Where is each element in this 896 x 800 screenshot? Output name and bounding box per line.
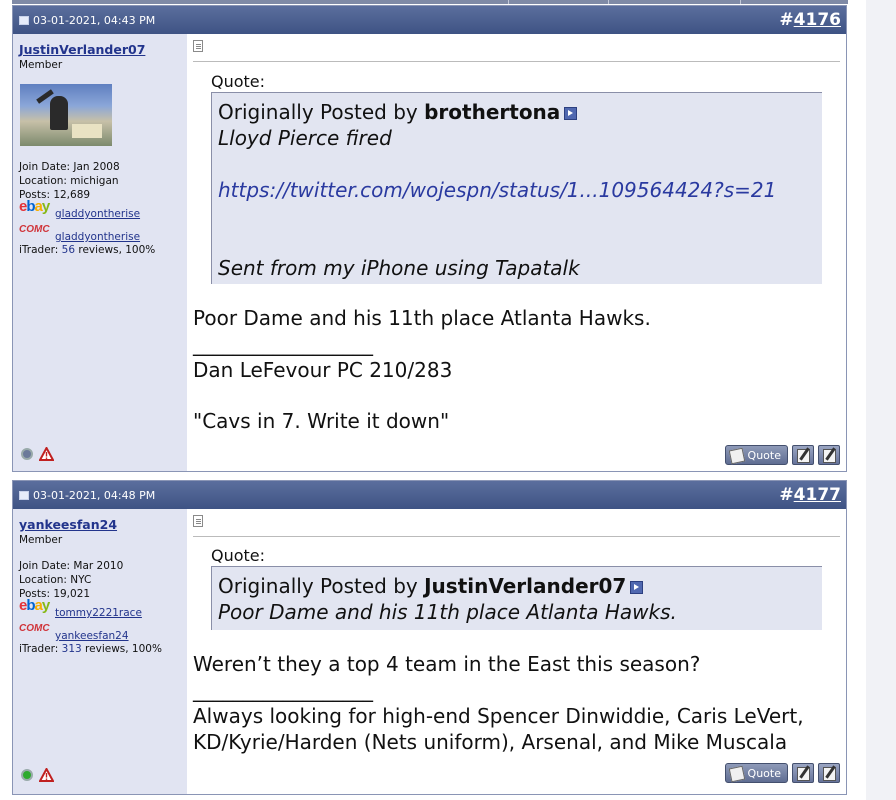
quote-button[interactable]: Quote xyxy=(724,445,788,465)
signature-rule: __________________ xyxy=(193,678,373,702)
quote-link-line: https://twitter.com/wojespn/status/1...1… xyxy=(218,177,816,203)
page-side-background xyxy=(866,0,896,800)
post-number: #4177 xyxy=(779,485,841,505)
quote-arrow-icon[interactable] xyxy=(564,107,578,120)
quote-author: JustinVerlander07 xyxy=(424,574,627,598)
user-location: Location: NYC xyxy=(19,574,92,586)
user-title: Member xyxy=(19,534,63,546)
edit-icon[interactable] xyxy=(818,763,840,783)
multiquote-icon[interactable] xyxy=(792,763,814,783)
post-4176: 03-01-2021, 04:43 PM #4176 JustinVerland… xyxy=(12,5,847,472)
post-date: 03-01-2021, 04:48 PM xyxy=(19,489,155,502)
post-icon xyxy=(193,515,203,527)
post-icon xyxy=(193,40,203,52)
post-actions: Quote xyxy=(724,445,840,465)
comc-logo: COMC xyxy=(19,224,50,235)
post-actions: Quote xyxy=(724,763,840,783)
quote-twitter-link[interactable]: https://twitter.com/wojespn/status/1...1… xyxy=(218,178,776,202)
divider xyxy=(193,536,840,537)
itrader-info: iTrader: 56 reviews, 100% xyxy=(19,244,156,256)
quote-author: brothertona xyxy=(424,100,561,124)
avatar[interactable] xyxy=(20,84,112,146)
quote-line: Poor Dame and his 11th place Atlanta Haw… xyxy=(218,600,677,624)
edit-icon[interactable] xyxy=(818,445,840,465)
multiquote-icon[interactable] xyxy=(792,445,814,465)
user-status-icons xyxy=(21,447,54,461)
quote-line: Sent from my iPhone using Tapatalk xyxy=(218,256,580,280)
quote-button[interactable]: Quote xyxy=(724,763,788,783)
post-permalink[interactable]: 4177 xyxy=(794,485,841,505)
user-title: Member xyxy=(19,59,63,71)
post-body: Weren’t they a top 4 team in the East th… xyxy=(193,652,701,676)
itrader-link[interactable]: 56 xyxy=(62,244,75,256)
quote-label: Quote: xyxy=(211,546,266,565)
post-content: Quote: Originally Posted by brothertona … xyxy=(187,34,846,471)
post-number: #4176 xyxy=(779,10,841,30)
quote-attribution: Originally Posted by brothertona xyxy=(218,99,816,125)
username-link[interactable]: yankeesfan24 xyxy=(19,517,117,532)
signature-line: Dan LeFevour PC 210/283 xyxy=(193,358,453,382)
user-join-date: Join Date: Mar 2010 xyxy=(19,560,124,572)
quote-box: Originally Posted by JustinVerlander07 P… xyxy=(211,566,822,630)
previous-post-edge xyxy=(12,0,848,4)
username-link[interactable]: JustinVerlander07 xyxy=(19,42,145,57)
quote-line: Lloyd Pierce fired xyxy=(218,126,392,150)
doc-icon xyxy=(19,491,29,500)
post-permalink[interactable]: 4176 xyxy=(794,10,841,30)
status-dot-icon xyxy=(21,769,33,781)
user-info-panel: yankeesfan24 Member Join Date: Mar 2010 … xyxy=(13,509,187,794)
status-dot-icon xyxy=(21,448,33,460)
ebay-logo: ebay xyxy=(19,597,50,614)
itrader-info: iTrader: 313 reviews, 100% xyxy=(19,643,162,655)
post-content: Quote: Originally Posted by JustinVerlan… xyxy=(187,509,846,794)
signature-line: "Cavs in 7. Write it down" xyxy=(193,409,450,433)
ebay-handle-link[interactable]: gladdyontherise xyxy=(55,208,140,220)
quote-blank-line xyxy=(218,203,816,255)
doc-icon xyxy=(19,16,29,25)
signature-line: Always looking for high-end Spencer Dinw… xyxy=(193,704,804,728)
divider xyxy=(193,61,840,62)
post-header: 03-01-2021, 04:48 PM #4177 xyxy=(13,481,846,509)
user-status-icons xyxy=(21,768,54,782)
report-warning-icon[interactable] xyxy=(39,768,54,782)
post-date: 03-01-2021, 04:43 PM xyxy=(19,14,155,27)
quote-blank-line xyxy=(218,151,816,177)
user-join-date: Join Date: Jan 2008 xyxy=(19,161,120,173)
ebay-logo: ebay xyxy=(19,198,50,215)
report-warning-icon[interactable] xyxy=(39,447,54,461)
quote-arrow-icon[interactable] xyxy=(630,581,644,594)
ebay-handle-link[interactable]: tommy2221race xyxy=(55,607,142,619)
quote-attribution: Originally Posted by JustinVerlander07 xyxy=(218,573,816,599)
itrader-link[interactable]: 313 xyxy=(62,643,82,655)
signature-rule: __________________ xyxy=(193,332,373,356)
quote-box: Originally Posted by brothertona Lloyd P… xyxy=(211,92,822,284)
post-4177: 03-01-2021, 04:48 PM #4177 yankeesfan24 … xyxy=(12,480,847,795)
quote-label: Quote: xyxy=(211,72,266,91)
post-header: 03-01-2021, 04:43 PM #4176 xyxy=(13,6,846,34)
user-info-panel: JustinVerlander07 Member Join Date: Jan … xyxy=(13,34,187,471)
signature-line: KD/Kyrie/Harden (Nets uniform), Arsenal,… xyxy=(193,730,788,754)
comc-logo: COMC xyxy=(19,623,50,634)
user-location: Location: michigan xyxy=(19,175,119,187)
post-body: Poor Dame and his 11th place Atlanta Haw… xyxy=(193,306,651,330)
comc-handle-link[interactable]: yankeesfan24 xyxy=(55,630,129,642)
comc-handle-link[interactable]: gladdyontherise xyxy=(55,231,140,243)
